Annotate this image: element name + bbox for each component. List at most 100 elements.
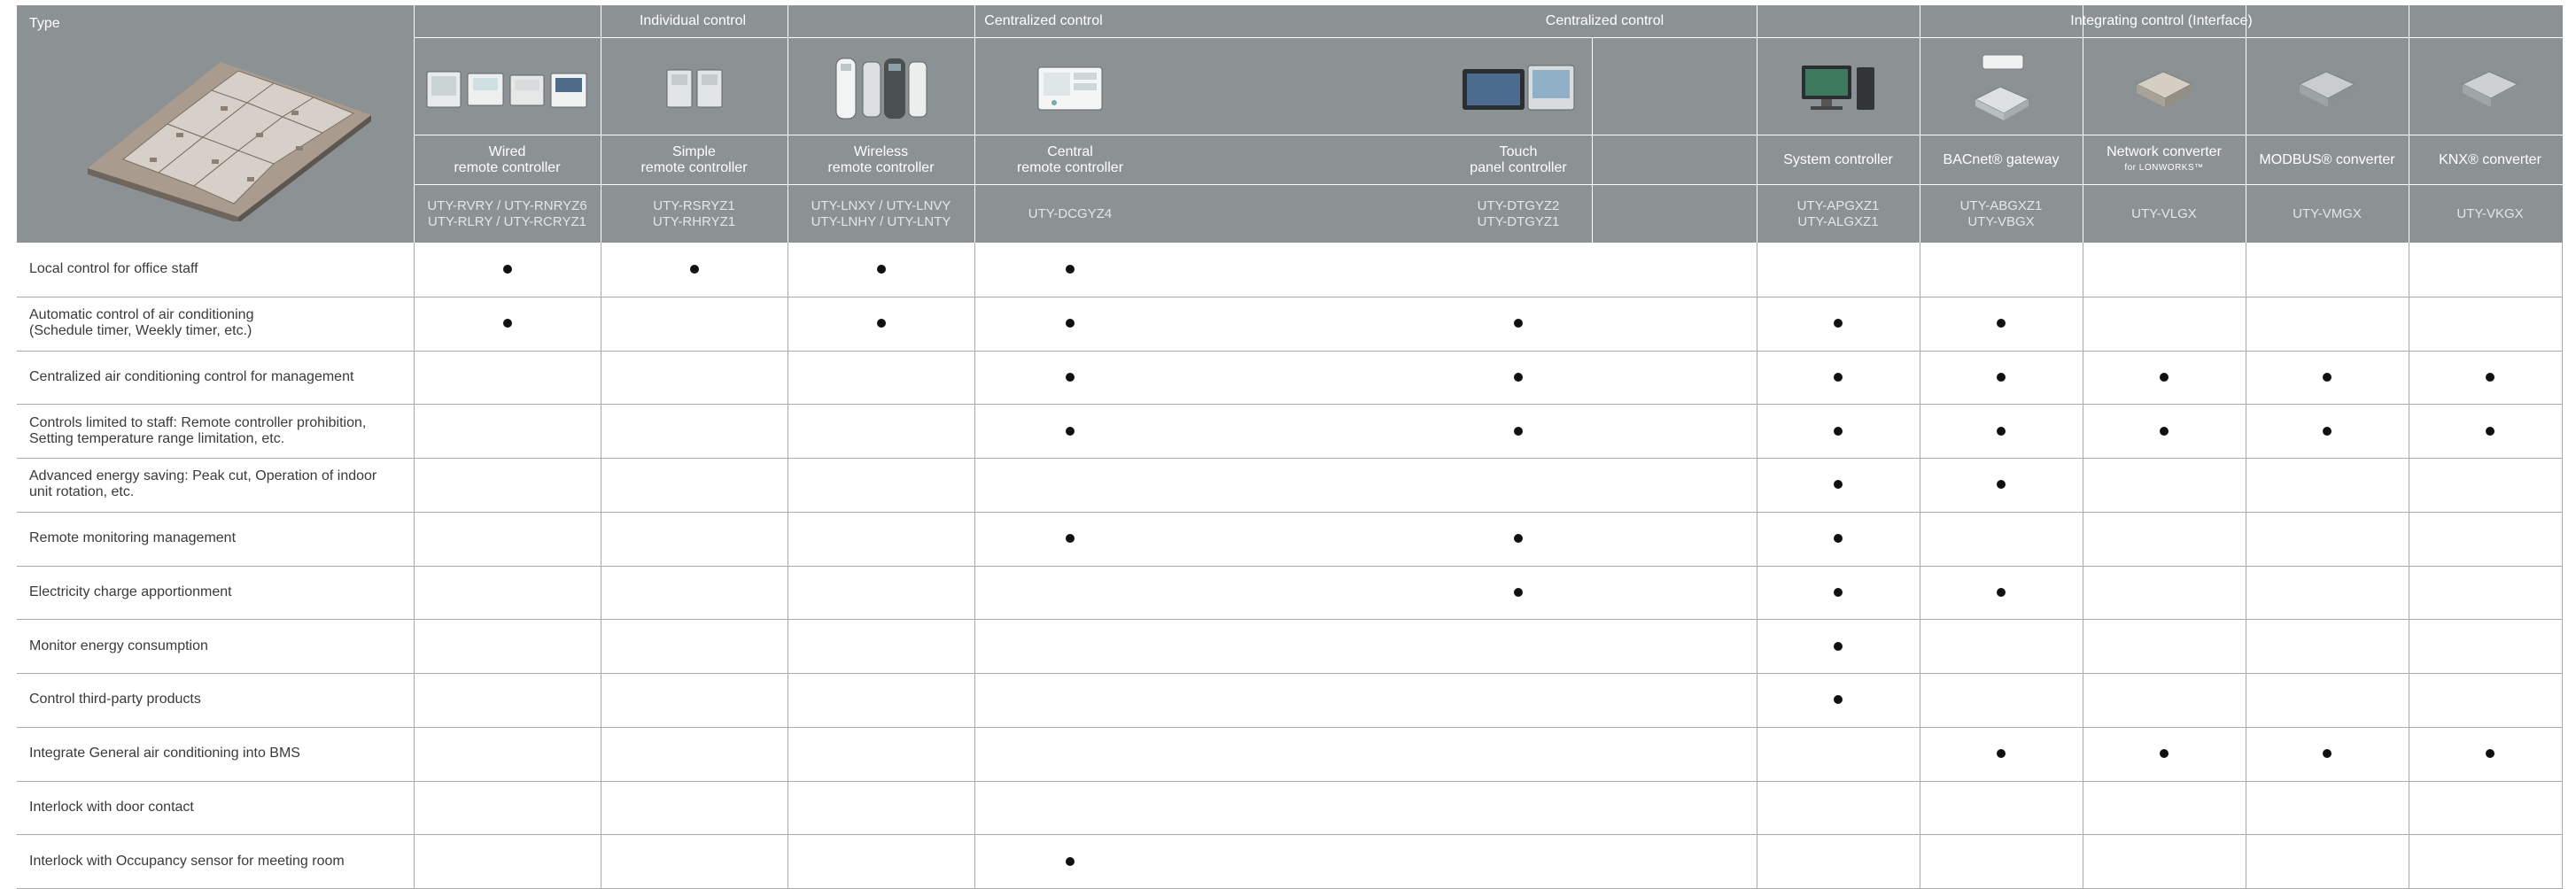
model-line1: UTY-RSRYZ1 — [653, 198, 735, 213]
wireless-remote-controller-icon — [788, 44, 974, 133]
supported-mark-dot — [1066, 265, 1075, 274]
supported-mark-dot — [2486, 426, 2495, 436]
network-converter-icon — [2083, 44, 2246, 133]
header-row-divider — [414, 184, 2563, 185]
product-model: UTY-VKGX — [2409, 186, 2572, 243]
product-name-line2: remote controller — [640, 160, 748, 175]
central-remote-controller-icon — [973, 44, 1168, 133]
product-name: Wired remote controller — [414, 136, 601, 184]
supported-mark-dot — [1066, 372, 1075, 382]
product-model: UTY-APGXZ1 UTY-ALGXZ1 — [1757, 186, 1920, 243]
row-label: Controls limited to staff: Remote contro… — [29, 404, 401, 458]
row-label-line1: Automatic control of air conditioning — [29, 307, 254, 323]
supported-mark-dot — [1997, 749, 2006, 759]
group-individual-control: Individual control — [639, 13, 747, 28]
supported-mark-dot — [502, 319, 512, 329]
row-label: Remote monitoring management — [29, 512, 401, 566]
model-line2: UTY-RHRYZ1 — [652, 214, 736, 229]
row-label: Centralized air conditioning control for… — [29, 351, 401, 405]
supported-mark-dot — [2323, 426, 2332, 436]
row-label-line1: Control third-party products — [29, 692, 201, 707]
row-label-line1: Local control for office staff — [29, 261, 198, 277]
row-label: Interlock with door contact — [29, 781, 401, 835]
row-label-line1: Interlock with Occupancy sensor for meet… — [29, 853, 345, 869]
product-name: Simple remote controller — [601, 136, 788, 184]
product-name-line1: Simple — [672, 144, 716, 159]
type-header-label: Type — [29, 16, 60, 31]
supported-mark-dot — [1834, 641, 1843, 651]
supported-mark-dot — [1066, 534, 1075, 544]
row-label: Advanced energy saving: Peak cut, Operat… — [29, 458, 401, 512]
supported-mark-dot — [689, 265, 699, 274]
supported-mark-dot — [502, 265, 512, 274]
row-label: Integrate General air conditioning into … — [29, 727, 401, 781]
supported-mark-dot — [1514, 372, 1523, 382]
product-name: External switchcontroller — [2572, 136, 2576, 184]
supported-mark-dot — [1997, 426, 2006, 436]
product-name: Wireless remote controller — [788, 136, 974, 184]
supported-mark-dot — [1834, 534, 1843, 544]
row-label-line1: Advanced energy saving: Peak cut, Operat… — [29, 468, 377, 484]
product-model: UTY-TERX — [2572, 186, 2576, 243]
product-name-line1: Network converter — [2107, 144, 2222, 159]
modbus-converter-icon — [2246, 44, 2409, 133]
supported-mark-dot — [2486, 749, 2495, 759]
header-divider — [414, 5, 415, 243]
row-label: Electricity charge apportionment — [29, 566, 401, 620]
knx-converter-icon — [2409, 44, 2572, 133]
supported-mark-dot — [876, 265, 886, 274]
product-name-line1: Central — [1047, 144, 1093, 159]
header-divider — [974, 5, 975, 243]
row-label-line1: Interlock with door contact — [29, 799, 194, 815]
product-name-line1: KNX® converter — [2439, 152, 2541, 167]
model-line2: UTY-ALGXZ1 — [1797, 214, 1879, 229]
product-name-line1: BACnet® gateway — [1943, 152, 2060, 167]
model-line1: UTY-RVRY / UTY-RNRYZ6 — [427, 198, 587, 213]
supported-mark-dot — [2160, 749, 2169, 759]
model-line1: UTY-ABGXZ1 — [1959, 198, 2043, 213]
supported-mark-dot — [1997, 480, 2006, 490]
touch-panel-controller-icon — [1421, 44, 1616, 133]
supported-mark-dot — [1997, 372, 2006, 382]
row-label-line1: Centralized air conditioning control for… — [29, 368, 354, 384]
supported-mark-dot — [1514, 319, 1523, 329]
group-centralized-control-1: Centralized control — [984, 13, 1103, 28]
building-floorplan-image — [70, 35, 389, 223]
simple-remote-controller-icon — [601, 44, 788, 133]
product-name-line2: remote controller — [454, 160, 561, 175]
supported-mark-dot — [1997, 587, 2006, 597]
model-line1: UTY-VLGX — [2131, 206, 2197, 221]
row-label-line1: Controls limited to staff: Remote contro… — [29, 414, 367, 430]
product-name-line2: remote controller — [827, 160, 935, 175]
model-line2: UTY-LNHY / UTY-LNTY — [811, 214, 951, 229]
supported-mark-dot — [876, 319, 886, 329]
product-name: Touch panel controller — [1421, 136, 1616, 184]
model-line1: UTY-VMGX — [2293, 206, 2362, 221]
supported-mark-dot — [1834, 372, 1843, 382]
model-line1: UTY-LNXY / UTY-LNVY — [811, 198, 951, 213]
supported-mark-dot — [1514, 534, 1523, 544]
system-controller-icon — [1757, 44, 1920, 133]
model-line2: UTY-VBGX — [1967, 214, 2035, 229]
external-switch-controller-icon — [2572, 44, 2576, 133]
group-integrating-control: Integrating control (Interface) — [2070, 13, 2253, 28]
supported-mark-dot — [1834, 695, 1843, 705]
row-label-line1: Remote monitoring management — [29, 530, 237, 546]
product-name: KNX® converter — [2409, 136, 2572, 184]
product-model: UTY-DTGYZ2 UTY-DTGYZ1 — [1421, 186, 1616, 243]
row-label: Automatic control of air conditioning (Sc… — [29, 297, 401, 351]
product-name-line2: for LONWORKS™ — [2124, 163, 2204, 173]
supported-mark-dot — [1834, 587, 1843, 597]
row-label-line2: Setting temperature range limitation, et… — [29, 430, 285, 446]
column-divider — [974, 243, 975, 888]
row-label-line1: Integrate General air conditioning into … — [29, 746, 300, 761]
model-line1: UTY-APGXZ1 — [1796, 198, 1880, 213]
row-label: Control third-party products — [29, 673, 401, 727]
product-model: UTY-VLGX — [2083, 186, 2246, 243]
table-right-border — [2562, 243, 2563, 888]
supported-mark-dot — [2486, 372, 2495, 382]
supported-mark-dot — [2323, 749, 2332, 759]
product-name-line1: Wireless — [853, 144, 909, 159]
product-name: BACnet® gateway — [1920, 136, 2083, 184]
product-name-line1: Touch — [1499, 144, 1538, 159]
